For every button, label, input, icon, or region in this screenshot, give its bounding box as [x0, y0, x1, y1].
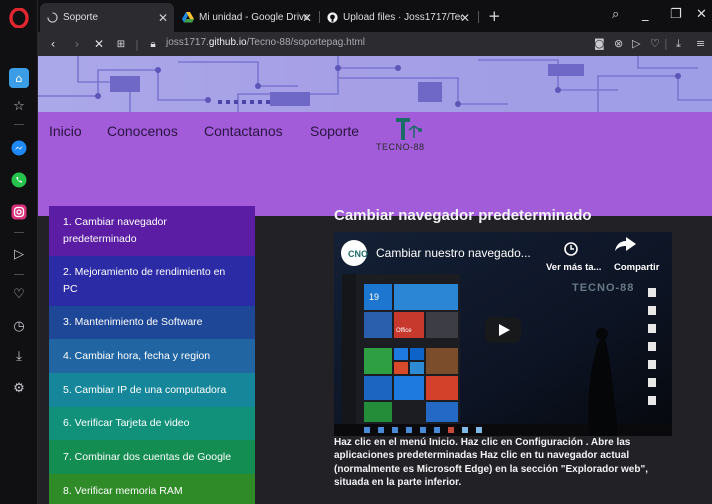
article-title: Cambiar navegador predeterminado: [334, 207, 592, 224]
sidebar-divider: [14, 124, 24, 125]
tab-google-drive[interactable]: Mi unidad - Google Drive ✕: [176, 3, 318, 32]
tab-strip: Soporte ✕ Mi unidad - Google Drive ✕ Upl…: [38, 0, 712, 32]
topic-item[interactable]: 4. Cambiar hora, fecha y region: [49, 339, 255, 373]
topic-item[interactable]: 8. Verificar memoria RAM: [49, 474, 255, 504]
heart-icon[interactable]: ♡: [9, 284, 29, 304]
url-domain: github.io: [208, 37, 247, 48]
calendar-tile-date: 19: [369, 292, 380, 302]
new-tab-plus-icon[interactable]: +: [488, 7, 501, 25]
topic-label: 5. Cambiar IP de una computadora: [63, 383, 227, 396]
topic-label: 8. Verificar memoria RAM: [63, 484, 183, 497]
forward-icon[interactable]: ›: [68, 36, 86, 52]
video-title[interactable]: Cambiar nuestro navegado...: [376, 246, 531, 260]
tab-github-upload[interactable]: Upload files · Joss1717/Tec ✕: [320, 3, 476, 32]
url-prefix: joss1717.: [166, 37, 209, 48]
article-body: Haz clic en el menú Inicio. Haz clic en …: [334, 437, 648, 488]
camera-snapshot-icon[interactable]: ◙: [594, 37, 605, 50]
topic-item[interactable]: 1. Cambiar navegador predeterminado: [49, 206, 255, 256]
topic-item[interactable]: 3. Mantenimiento de Software: [49, 306, 255, 339]
browser-sidebar: ⌂ ☆ ▷ ♡ ◷ ⤓ ⚙: [0, 0, 38, 504]
close-window-icon[interactable]: ✕: [696, 7, 707, 22]
back-icon[interactable]: ‹: [44, 36, 62, 52]
circuit-board-banner: [38, 56, 712, 112]
history-icon[interactable]: ◷: [9, 316, 29, 336]
topic-item[interactable]: 7. Combinar dos cuentas de Google: [49, 440, 255, 474]
tab-title: Soporte: [63, 12, 99, 23]
instagram-icon[interactable]: [9, 202, 29, 222]
svg-text:CNO: CNO: [348, 249, 368, 259]
topic-item[interactable]: 5. Cambiar IP de una computadora: [49, 373, 255, 407]
downloads-icon[interactable]: ⤓: [676, 37, 681, 51]
flow-send-icon[interactable]: ▷: [632, 37, 640, 50]
url-field[interactable]: joss1717.github.io/Tecno-88/soportepag.h…: [166, 37, 365, 48]
github-icon: [326, 12, 338, 24]
channel-watermark: TECNO-88: [572, 282, 635, 294]
office-tile-label: Office: [396, 328, 412, 334]
messenger-icon[interactable]: [9, 138, 29, 158]
topic-label: 2. Mejoramiento de rendimiento en PC: [63, 266, 226, 295]
sidebar-divider: [14, 274, 24, 275]
lock-icon[interactable]: 🔒︎: [146, 36, 160, 52]
close-tab-icon[interactable]: ✕: [460, 11, 470, 25]
watch-later-button[interactable]: Ver más ta...: [546, 262, 601, 273]
google-drive-icon: [182, 12, 194, 24]
brand-logo-text: TECNO-88: [376, 142, 425, 152]
topic-label: 7. Combinar dos cuentas de Google: [63, 450, 232, 463]
opera-logo-icon[interactable]: [9, 8, 29, 28]
sidebar-divider: [14, 232, 24, 233]
address-divider: |: [135, 37, 139, 51]
tab-title: Upload files · Joss1717/Tec: [343, 12, 463, 23]
whatsapp-icon[interactable]: [9, 170, 29, 190]
topic-label: 1. Cambiar navegador predeterminado: [63, 216, 167, 245]
download-icon[interactable]: ⤓: [9, 346, 29, 366]
bookmarks-icon[interactable]: ☆: [9, 96, 29, 116]
easy-setup-icon[interactable]: ≡: [696, 37, 705, 50]
topic-label: 3. Mantenimiento de Software: [63, 316, 203, 329]
topic-label: 6. Verificar Tarjeta de video: [63, 417, 190, 430]
tracker-blocker-icon[interactable]: ⊗: [614, 37, 623, 50]
browser-window: ⌂ ☆ ▷ ♡ ◷ ⤓ ⚙ Soporte ✕ Mi unidad - Goog…: [0, 0, 712, 504]
share-button[interactable]: Compartir: [614, 262, 659, 273]
nav-link-conocenos[interactable]: Conocenos: [107, 123, 178, 139]
restore-icon[interactable]: ❐: [670, 7, 682, 22]
topic-label: 4. Cambiar hora, fecha y region: [63, 349, 211, 362]
settings-gear-icon[interactable]: ⚙: [9, 378, 29, 398]
close-tab-icon[interactable]: ✕: [302, 11, 312, 25]
loading-icon: [46, 12, 58, 24]
web-page: Inicio Conocenos Contactanos Soporte TEC…: [38, 56, 712, 504]
tab-soporte[interactable]: Soporte ✕: [40, 3, 174, 32]
topic-item[interactable]: 2. Mejoramiento de rendimiento en PC: [49, 256, 255, 306]
nav-link-soporte[interactable]: Soporte: [310, 123, 359, 139]
nav-link-contactanos[interactable]: Contactanos: [204, 123, 283, 139]
bookmark-heart-icon[interactable]: ♡: [650, 37, 660, 50]
send-icon[interactable]: ▷: [9, 244, 29, 264]
tab-search-icon[interactable]: ⌕: [612, 7, 619, 22]
address-divider: |: [664, 37, 668, 50]
nav-link-inicio[interactable]: Inicio: [49, 123, 82, 139]
url-path: /Tecno-88/soportepag.html: [246, 37, 366, 48]
topic-item[interactable]: 6. Verificar Tarjeta de video: [49, 407, 255, 440]
tab-title: Mi unidad - Google Drive: [199, 12, 309, 23]
tab-separator: [478, 11, 479, 23]
speed-dial-icon[interactable]: ⊞: [112, 36, 130, 52]
reload-stop-icon[interactable]: ✕: [90, 36, 108, 52]
close-tab-icon[interactable]: ✕: [158, 11, 168, 25]
youtube-video-embed[interactable]: CNO Cambiar nuestro navegado... Ver más …: [334, 232, 672, 436]
minimize-icon[interactable]: _: [642, 7, 649, 22]
address-bar-row: ‹ › ✕ ⊞ | 🔒︎ joss1717.github.io/Tecno-88…: [38, 32, 712, 56]
workspace-icon[interactable]: ⌂: [9, 68, 29, 88]
